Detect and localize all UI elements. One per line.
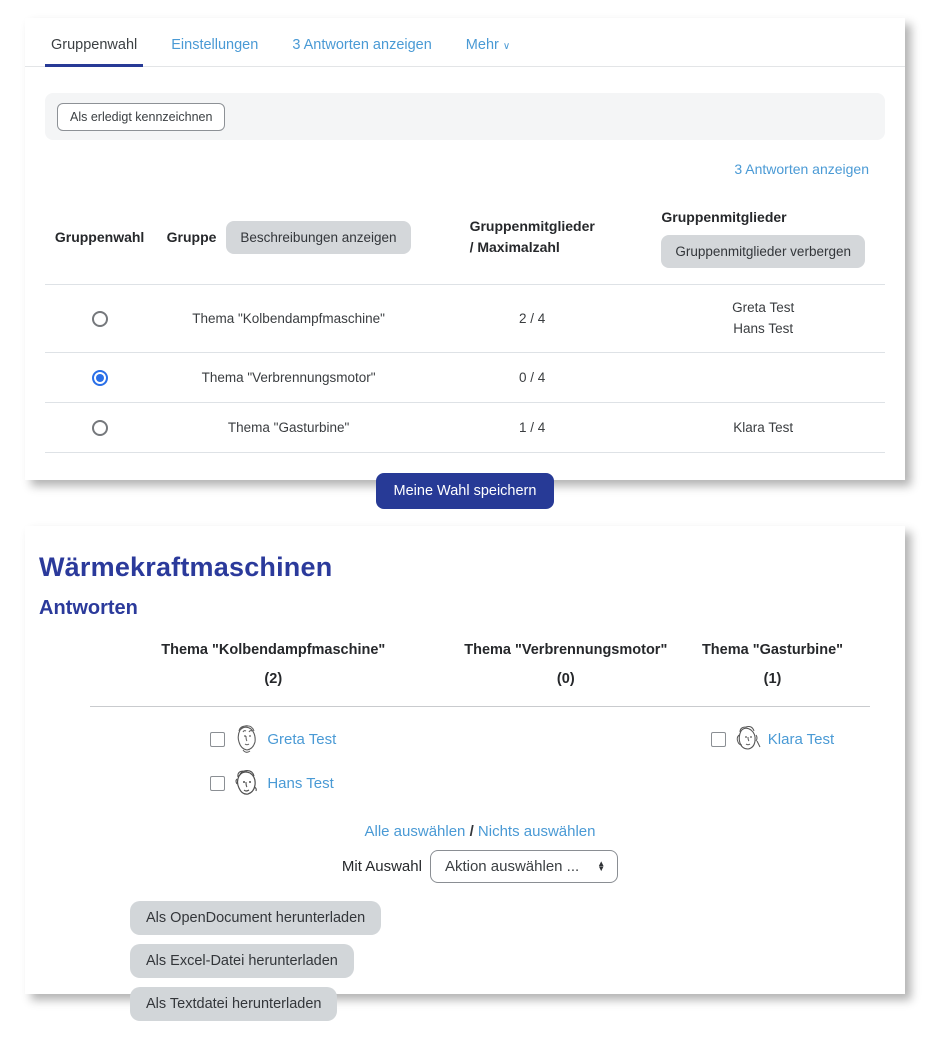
responses-heading: Antworten: [39, 597, 905, 620]
group-choice-radio[interactable]: [92, 311, 108, 327]
page-title: Wärmekraftmaschinen: [39, 552, 905, 583]
column-header-members: Gruppenmitglieder Gruppenmitglieder verb…: [641, 193, 885, 284]
user-checkbox[interactable]: [711, 732, 726, 747]
table-row: Thema "Kolbendampfmaschine" 2 / 4 Greta …: [45, 284, 885, 352]
activity-completion-box: Als erledigt kennzeichnen: [45, 93, 885, 140]
group-option-label: Thema "Verbrennungsmotor": [154, 352, 423, 402]
members-count-value: 0 / 4: [423, 352, 641, 402]
mark-as-done-button[interactable]: Als erledigt kennzeichnen: [57, 103, 225, 131]
member-name: Klara Test: [645, 417, 881, 439]
separator-slash: /: [470, 823, 474, 840]
tab-mehr-label: Mehr: [466, 37, 499, 53]
user-avatar: [732, 723, 762, 755]
response-column-users: Greta Test Hans Test: [90, 707, 457, 812]
response-column-count: (1): [764, 671, 782, 687]
table-row: Thema "Verbrennungsmotor" 0 / 4: [45, 352, 885, 402]
members-list: Klara Test: [641, 402, 885, 452]
group-header-label: Gruppe: [167, 229, 217, 245]
list-item: Klara Test: [711, 723, 834, 755]
response-column-header: Thema "Gasturbine" (1): [675, 636, 870, 707]
download-text-button[interactable]: Als Textdatei herunterladen: [130, 987, 337, 1021]
tab-einstellungen[interactable]: Einstellungen: [169, 23, 260, 66]
user-checkbox[interactable]: [210, 732, 225, 747]
group-option-label: Thema "Kolbendampfmaschine": [154, 284, 423, 352]
response-column-users: Klara Test: [675, 707, 870, 812]
download-buttons: Als OpenDocument herunterladen Als Excel…: [130, 901, 905, 1021]
response-column-title: Thema "Verbrennungsmotor": [464, 642, 667, 658]
show-descriptions-button[interactable]: Beschreibungen anzeigen: [226, 221, 410, 254]
members-count-header-line1: Gruppenmitglieder: [470, 218, 595, 234]
group-choice-table: Gruppenwahl Gruppe Beschreibungen anzeig…: [45, 193, 885, 453]
group-option-label: Thema "Gasturbine": [154, 402, 423, 452]
responses-card: Wärmekraftmaschinen Antworten Thema "Kol…: [25, 526, 905, 994]
members-list: Greta Test Hans Test: [641, 284, 885, 352]
select-updown-icon: ▲▼: [597, 862, 605, 871]
member-name: Greta Test: [645, 297, 881, 319]
tab-gruppenwahl[interactable]: Gruppenwahl: [49, 23, 139, 66]
group-choice-radio[interactable]: [92, 420, 108, 436]
link-separator: /: [470, 823, 478, 840]
response-column-count: (0): [557, 671, 575, 687]
response-column-count: (2): [264, 671, 282, 687]
members-count-value: 1 / 4: [423, 402, 641, 452]
user-avatar: [231, 767, 261, 799]
download-excel-button[interactable]: Als Excel-Datei herunterladen: [130, 944, 354, 978]
with-selected-row: Mit Auswahl Aktion auswählen ... ▲▼: [90, 850, 870, 883]
table-row: Thema "Gasturbine" 1 / 4 Klara Test: [45, 402, 885, 452]
user-name-link[interactable]: Klara Test: [768, 731, 834, 748]
user-checkbox[interactable]: [210, 776, 225, 791]
deselect-all-link[interactable]: Nichts auswählen: [478, 823, 596, 840]
tab-antworten-anzeigen[interactable]: 3 Antworten anzeigen: [290, 23, 433, 66]
response-column-title: Thema "Kolbendampfmaschine": [161, 642, 385, 658]
members-count-header-line2: / Maximalzahl: [470, 239, 560, 255]
members-header-label: Gruppenmitglieder: [661, 209, 786, 225]
column-header-group: Gruppe Beschreibungen anzeigen: [154, 193, 423, 284]
tab-mehr[interactable]: Mehr ∨: [464, 23, 512, 66]
view-responses-link[interactable]: 3 Antworten anzeigen: [734, 161, 869, 177]
activity-tabs: Gruppenwahl Einstellungen 3 Antworten an…: [25, 18, 905, 67]
chevron-down-icon: ∨: [503, 41, 510, 52]
response-column-header: Thema "Verbrennungsmotor" (0): [457, 636, 675, 707]
action-select-value: Aktion auswählen ...: [445, 858, 579, 875]
user-avatar: [231, 723, 261, 755]
member-name: Hans Test: [645, 318, 881, 340]
list-item: Hans Test: [210, 767, 336, 799]
save-row: Meine Wahl speichern: [25, 473, 905, 509]
hide-members-button[interactable]: Gruppenmitglieder verbergen: [661, 235, 865, 268]
response-column-header: Thema "Kolbendampfmaschine" (2): [90, 636, 457, 707]
column-header-members-count: Gruppenmitglieder / Maximalzahl: [423, 193, 641, 284]
responses-table: Thema "Kolbendampfmaschine" (2) Thema "V…: [90, 636, 870, 811]
select-links-row: Alle auswählen / Nichts auswählen: [90, 823, 870, 840]
column-header-choice: Gruppenwahl: [45, 193, 154, 284]
members-count-value: 2 / 4: [423, 284, 641, 352]
user-name-link[interactable]: Hans Test: [267, 775, 333, 792]
save-choice-button[interactable]: Meine Wahl speichern: [376, 473, 555, 509]
download-opendocument-button[interactable]: Als OpenDocument herunterladen: [130, 901, 381, 935]
user-name-link[interactable]: Greta Test: [267, 731, 336, 748]
group-choice-radio-selected[interactable]: [92, 370, 108, 386]
response-column-users: [457, 707, 675, 812]
group-choice-card: Gruppenwahl Einstellungen 3 Antworten an…: [25, 18, 905, 480]
responses-link-row: 3 Antworten anzeigen: [25, 161, 869, 179]
select-all-link[interactable]: Alle auswählen: [365, 823, 466, 840]
list-item: Greta Test: [210, 723, 336, 755]
with-selected-label: Mit Auswahl: [342, 858, 422, 875]
members-list: [641, 352, 885, 402]
selection-controls: Alle auswählen / Nichts auswählen Mit Au…: [90, 823, 870, 883]
response-column-title: Thema "Gasturbine": [702, 642, 843, 658]
action-select[interactable]: Aktion auswählen ... ▲▼: [430, 850, 618, 883]
